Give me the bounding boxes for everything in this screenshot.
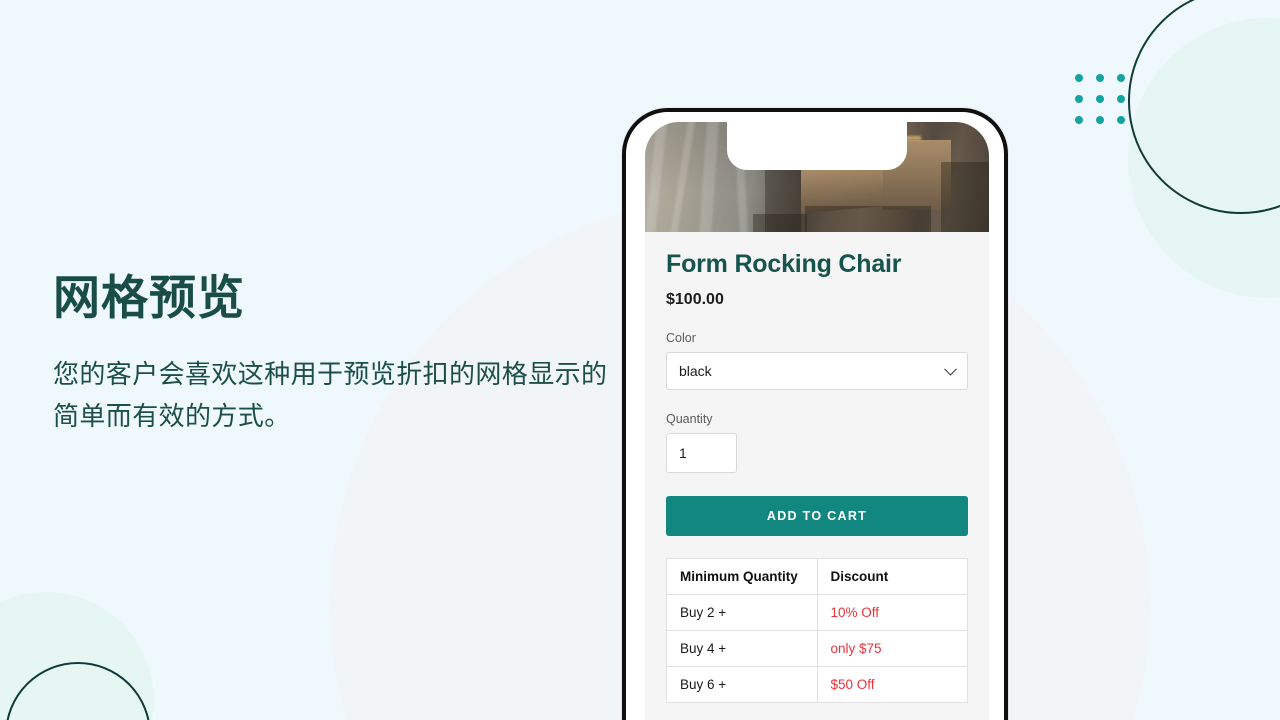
table-row: Buy 6 + $50 Off (666, 665, 968, 703)
product-price: $100.00 (666, 290, 724, 308)
dot (1117, 116, 1125, 124)
color-label: Color (666, 330, 696, 345)
chevron-down-icon (944, 362, 957, 376)
marketing-copy: 网格预览 您的客户会喜欢这种用于预览折扣的网格显示的简单而有效的方式。 (53, 271, 613, 437)
dot (1075, 95, 1083, 103)
dot (1096, 95, 1104, 103)
dot-grid-icon (1075, 74, 1138, 137)
quantity-input[interactable]: 1 (666, 432, 737, 473)
phone-notch (727, 122, 907, 170)
background-mint-circle-top-right (1128, 18, 1280, 298)
column-header-discount: Discount (816, 557, 968, 595)
table-row: Buy 4 + only $75 (666, 629, 968, 667)
background-ring-bottom-left (5, 662, 151, 720)
phone-mockup: Form Rocking Chair $100.00 Color black Q… (622, 108, 1008, 720)
quantity-value: 1 (679, 444, 687, 461)
discount-table: Minimum Quantity Discount Buy 2 + 10% Of… (666, 557, 968, 703)
cell-discount: $50 Off (816, 665, 968, 703)
cell-minimum-quantity: Buy 4 + (666, 629, 818, 667)
discount-table-header-row: Minimum Quantity Discount (666, 557, 968, 595)
phone-screen: Form Rocking Chair $100.00 Color black Q… (645, 122, 989, 720)
cell-minimum-quantity: Buy 6 + (666, 665, 818, 703)
product-title: Form Rocking Chair (666, 250, 902, 278)
dot (1075, 116, 1083, 124)
page-title: 网格预览 (53, 271, 245, 324)
dot (1096, 116, 1104, 124)
cell-discount: only $75 (816, 629, 968, 667)
cell-discount: 10% Off (816, 593, 968, 631)
table-row: Buy 2 + 10% Off (666, 593, 968, 631)
background-mint-circle-bottom-left (0, 592, 154, 720)
product-info: Form Rocking Chair $100.00 Color black Q… (645, 232, 989, 703)
dot (1117, 74, 1125, 82)
dot (1117, 95, 1125, 103)
cell-minimum-quantity: Buy 2 + (666, 593, 818, 631)
background-ring-top-right (1128, 0, 1280, 214)
color-select[interactable]: black (666, 351, 968, 390)
dot (1075, 74, 1083, 82)
page-subtitle: 您的客户会喜欢这种用于预览折扣的网格显示的简单而有效的方式。 (53, 358, 608, 431)
quantity-label: Quantity (666, 411, 713, 426)
color-select-value: black (679, 362, 712, 379)
dot (1096, 74, 1104, 82)
column-header-minimum-quantity: Minimum Quantity (666, 557, 818, 595)
product-image (645, 122, 989, 232)
add-to-cart-button[interactable]: ADD TO CART (666, 495, 968, 536)
